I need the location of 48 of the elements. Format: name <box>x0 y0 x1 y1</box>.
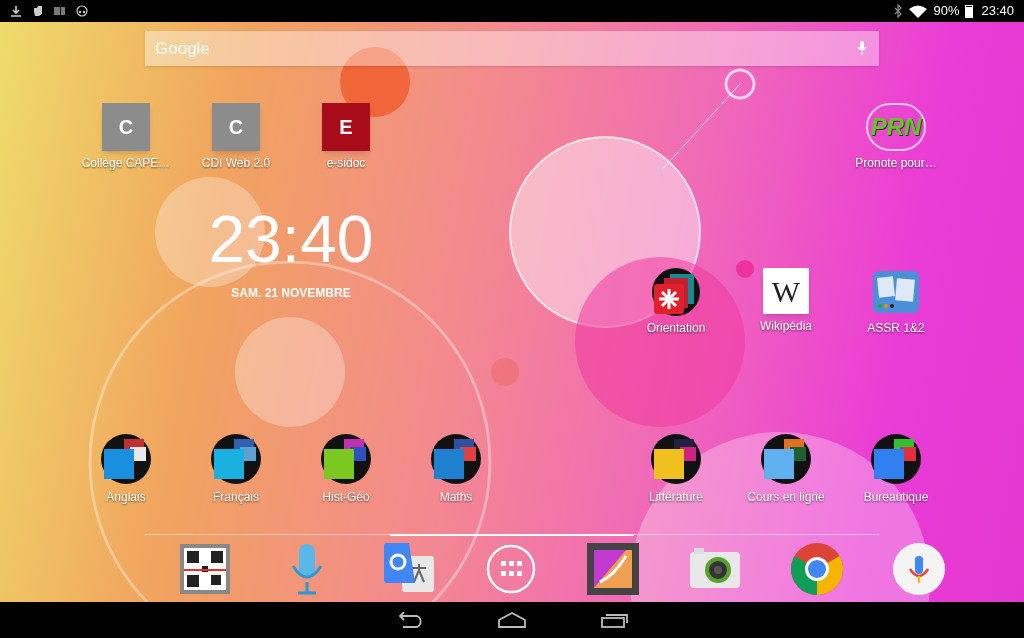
app-shortcut[interactable]: ASSR 1&2 <box>841 263 951 343</box>
apps-grid-icon[interactable] <box>484 542 538 596</box>
app-shortcut[interactable]: Maths <box>401 428 511 508</box>
app-shortcut[interactable]: Anglais <box>71 428 181 508</box>
app-shortcut[interactable]: Hist-Géo <box>291 428 401 508</box>
voice-search-icon[interactable] <box>892 542 946 596</box>
battery-icon <box>965 4 974 18</box>
home-icon[interactable] <box>497 612 527 628</box>
wallpaper-bubble <box>340 47 410 117</box>
letter-tile: E <box>322 103 370 151</box>
folder-icon <box>100 433 152 485</box>
status-time: 23:40 <box>981 2 1014 21</box>
download-icon <box>10 5 22 17</box>
logo-tile: W <box>763 268 809 314</box>
app-shortcut[interactable]: Bureautique <box>841 428 951 508</box>
app-shortcut[interactable]: C Collège CAPE… <box>71 98 181 178</box>
app-shortcut[interactable]: C CDI Web 2.0 <box>181 98 291 178</box>
folder-icon <box>760 433 812 485</box>
app-shortcut[interactable]: Littérature <box>621 428 731 508</box>
app-shortcut[interactable]: Orientation <box>621 263 731 343</box>
clock-time: 23:40 <box>208 206 374 272</box>
app-shortcut[interactable]: Cours en ligne <box>731 428 841 508</box>
gallery-icon[interactable] <box>586 542 640 596</box>
wallpaper-bubble <box>724 68 756 100</box>
app-shortcut[interactable]: W Wikipédia <box>731 263 841 343</box>
app-shortcut[interactable]: Français <box>181 428 291 508</box>
folder-icon <box>320 433 372 485</box>
clock-date: SAM. 21 NOVEMBRE <box>231 285 351 302</box>
folder-icon <box>870 433 922 485</box>
folder-icon <box>210 433 262 485</box>
folder-icon <box>650 433 702 485</box>
chrome-icon[interactable] <box>790 542 844 596</box>
orientation-icon <box>650 268 702 316</box>
letter-tile: C <box>212 103 260 151</box>
battery-percentage: 90% <box>933 2 960 21</box>
barcode-icon <box>54 5 66 17</box>
number-cards-icon <box>870 268 922 316</box>
bluetooth-icon <box>893 4 904 18</box>
wifi-icon <box>909 4 928 18</box>
app-shortcut[interactable]: PRN Pronote pour… <box>841 98 951 178</box>
google-logo: Google <box>155 37 210 60</box>
folder-icon <box>430 433 482 485</box>
letter-tile: C <box>102 103 150 151</box>
app-shortcut[interactable]: E e-sidoc <box>291 98 401 178</box>
qr-code-icon[interactable] <box>178 542 232 596</box>
logo-badge: PRN <box>866 103 926 151</box>
search-bar[interactable]: Google <box>145 31 879 66</box>
recent-apps-icon[interactable] <box>599 612 629 628</box>
